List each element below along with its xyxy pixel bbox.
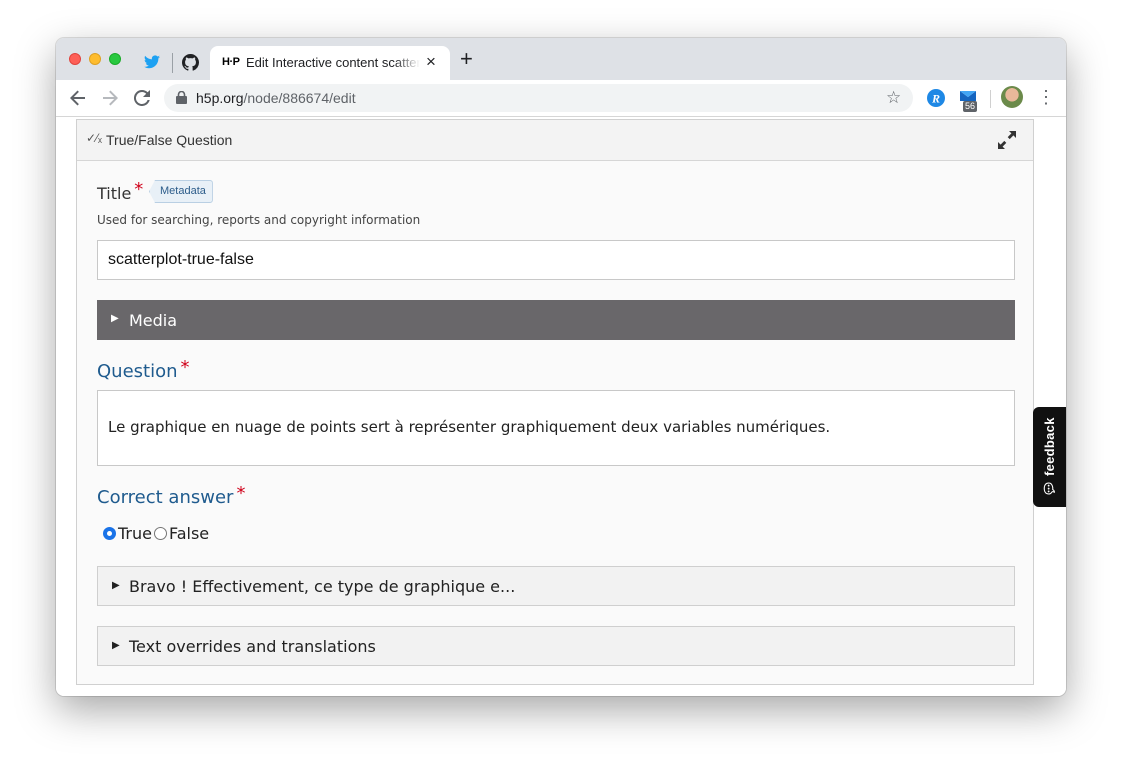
question-input[interactable]: Le graphique en nuage de points sert à r…	[97, 390, 1015, 466]
title-description: Used for searching, reports and copyrigh…	[97, 213, 421, 227]
profile-avatar[interactable]	[1001, 86, 1023, 108]
editor-title: True/False Question	[106, 132, 233, 148]
correct-answer-label: Correct answer *	[97, 483, 245, 508]
active-tab[interactable]: H·P Edit Interactive content scatterplot…	[210, 46, 450, 80]
address-bar[interactable]: h5p.org/node/886674/edit ☆	[164, 84, 913, 112]
speech-bubble-icon: 💬︎	[1041, 476, 1057, 497]
caret-right-icon: ▶	[111, 313, 119, 324]
browser-toolbar: h5p.org/node/886674/edit ☆ R 56 ⋮	[56, 80, 1066, 117]
fullscreen-expand-icon[interactable]	[997, 130, 1017, 155]
true-false-icon: ✓⁄ₓ	[86, 131, 102, 145]
extension-badge: 56	[963, 101, 978, 112]
back-arrow-icon[interactable]	[68, 88, 88, 108]
minimize-window-button[interactable]	[89, 53, 101, 65]
media-label: Media	[129, 311, 178, 330]
close-window-button[interactable]	[69, 53, 81, 65]
twitter-icon[interactable]	[142, 52, 162, 72]
correct-answer-options: True False	[103, 524, 209, 543]
url-text: h5p.org/node/886674/edit	[196, 90, 356, 106]
svg-text:R: R	[931, 92, 940, 106]
maximize-window-button[interactable]	[109, 53, 121, 65]
tab-title: Edit Interactive content scatterplot	[246, 55, 420, 70]
lock-icon	[176, 90, 187, 109]
tab-strip: H·P Edit Interactive content scatterplot…	[56, 38, 1066, 80]
correct-answer-label-text: Correct answer	[97, 487, 234, 508]
overrides-group-label: Text overrides and translations	[129, 637, 376, 656]
title-label-text: Title	[97, 184, 132, 203]
feedback-text: feedback	[1041, 417, 1057, 477]
feedback-label: 💬︎ feedback	[1042, 417, 1058, 496]
required-marker: *	[134, 179, 144, 200]
question-label-text: Question	[97, 361, 178, 382]
browser-window: H·P Edit Interactive content scatterplot…	[56, 38, 1066, 696]
required-marker: *	[236, 483, 246, 504]
url-path: /node/886674/edit	[243, 90, 356, 106]
reload-icon[interactable]	[132, 88, 152, 108]
media-group[interactable]: ▶ Media	[97, 300, 1015, 340]
extension-r-icon[interactable]: R	[926, 88, 946, 108]
browser-menu-icon[interactable]: ⋮	[1037, 87, 1055, 107]
false-option-label[interactable]: False	[169, 524, 209, 543]
toolbar-separator	[990, 90, 991, 108]
true-option-label[interactable]: True	[118, 524, 152, 543]
h5p-favicon-icon: H·P	[222, 56, 240, 68]
feedback-group-label: Bravo ! Effectivement, ce type de graphi…	[129, 577, 516, 596]
editor-header: ✓⁄ₓ True/False Question	[77, 120, 1033, 161]
feedback-group[interactable]: ▶ Bravo ! Effectivement, ce type de grap…	[97, 566, 1015, 606]
page-content: ✓⁄ₓ True/False Question Title * Metadata …	[56, 117, 1066, 696]
title-input[interactable]: scatterplot-true-false	[97, 240, 1015, 280]
url-host: h5p.org	[196, 90, 244, 106]
overrides-group[interactable]: ▶ Text overrides and translations	[97, 626, 1015, 666]
true-radio[interactable]	[103, 527, 116, 540]
github-icon[interactable]	[180, 52, 200, 72]
false-radio[interactable]	[153, 527, 167, 540]
caret-right-icon: ▶	[112, 640, 120, 651]
required-marker: *	[180, 357, 190, 378]
forward-arrow-icon[interactable]	[100, 88, 120, 108]
metadata-button[interactable]: Metadata	[149, 180, 213, 203]
new-tab-button[interactable]: +	[460, 48, 473, 70]
title-label: Title *	[97, 179, 143, 204]
pinned-separator	[172, 53, 173, 73]
feedback-tab[interactable]: 💬︎ feedback	[1033, 407, 1066, 507]
bookmark-star-icon[interactable]: ☆	[886, 88, 901, 108]
question-label: Question *	[97, 357, 190, 382]
caret-right-icon: ▶	[112, 580, 120, 591]
tab-close-icon[interactable]: ×	[426, 52, 436, 72]
true-false-editor: ✓⁄ₓ True/False Question Title * Metadata …	[76, 119, 1034, 685]
